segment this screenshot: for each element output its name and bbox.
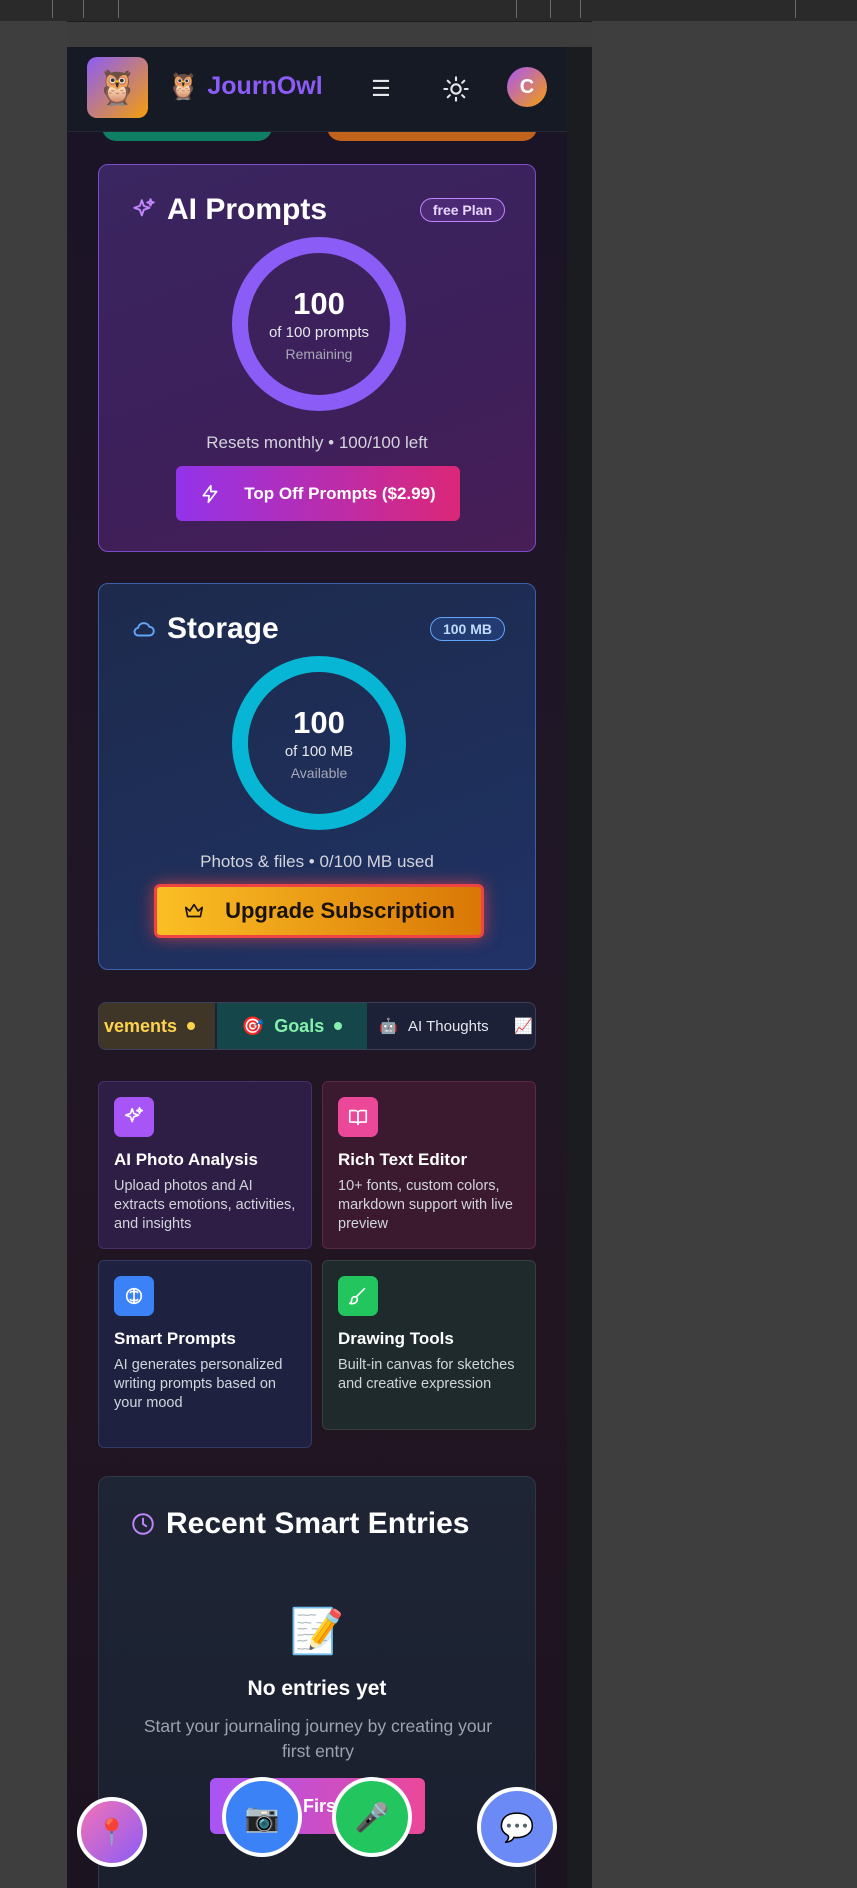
browser-toolbar bbox=[0, 0, 857, 22]
storage-card: Storage 100 MB 100 of 100 MB Available P… bbox=[98, 583, 536, 970]
robot-icon: 🤖 bbox=[379, 1018, 399, 1035]
sun-icon bbox=[443, 76, 469, 102]
empty-state-text: Start your journaling journey by creatin… bbox=[143, 1716, 493, 1761]
brain-icon bbox=[114, 1276, 154, 1316]
storage-note: Photos & files • 0/100 MB used bbox=[200, 852, 434, 871]
chat-bubble-icon: 💬 bbox=[499, 1811, 535, 1843]
top-off-prompts-button[interactable]: Top Off Prompts ($2.99) bbox=[176, 466, 460, 521]
app-header: 🦉 🦉 JournOwl ☰ C bbox=[67, 47, 567, 132]
viewport-scrollbar[interactable] bbox=[567, 47, 592, 1888]
ai-prompts-heading: AI Prompts bbox=[131, 193, 327, 227]
camera-icon: 📷 bbox=[244, 1801, 280, 1833]
prompts-value: 100 bbox=[293, 286, 345, 321]
cloud-icon bbox=[133, 622, 155, 637]
tab-achievements[interactable]: vements bbox=[99, 1003, 215, 1049]
tab-label: Goals bbox=[274, 1015, 325, 1036]
card-title: Storage bbox=[167, 612, 279, 645]
user-avatar[interactable]: C bbox=[507, 67, 547, 107]
voice-fab[interactable]: 🎤 bbox=[332, 1777, 412, 1857]
menu-button[interactable]: ☰ bbox=[367, 75, 395, 103]
devtools-right-panel bbox=[592, 21, 857, 1888]
feature-description: Built-in canvas for sketches and creativ… bbox=[338, 1357, 515, 1392]
lightning-icon bbox=[202, 484, 218, 503]
brand[interactable]: 🦉 JournOwl bbox=[167, 71, 323, 102]
camera-fab[interactable]: 📷 bbox=[222, 1777, 302, 1857]
tab-ai-thoughts[interactable]: 🤖 AI Thoughts bbox=[369, 1003, 499, 1049]
empty-state-title: No entries yet bbox=[247, 1677, 387, 1700]
hamburger-icon: ☰ bbox=[371, 76, 391, 101]
top-off-label: Top Off Prompts ($2.99) bbox=[244, 483, 436, 503]
tab-analytics[interactable]: 📈 bbox=[514, 1003, 535, 1049]
feature-title: Smart Prompts bbox=[114, 1329, 236, 1348]
storage-total: of 100 MB bbox=[284, 743, 354, 760]
sparkles-icon bbox=[133, 198, 155, 217]
clock-icon bbox=[132, 1513, 154, 1535]
brand-name: JournOwl bbox=[207, 72, 323, 100]
feature-tabs: vements 🎯 Goals 🤖 AI Thoughts 📈 bbox=[98, 1002, 536, 1050]
brush-icon bbox=[338, 1276, 378, 1316]
microphone-icon: 🎤 bbox=[354, 1801, 390, 1833]
card-title: AI Prompts bbox=[167, 193, 328, 226]
ai-prompts-card: AI Prompts free Plan 100 of 100 prompts … bbox=[98, 164, 536, 552]
storage-ring: 100 of 100 MB Available bbox=[232, 656, 406, 830]
devtools-left-gutter bbox=[0, 21, 67, 1888]
location-fab[interactable]: 📍 bbox=[77, 1797, 147, 1867]
indicator-dot bbox=[187, 1022, 195, 1030]
pin-icon: 📍 bbox=[95, 1816, 129, 1847]
prompts-label: Remaining bbox=[285, 346, 353, 362]
feature-title: AI Photo Analysis bbox=[114, 1150, 258, 1169]
app-logo[interactable]: 🦉 bbox=[87, 57, 148, 118]
storage-badge: 100 MB bbox=[429, 617, 505, 641]
feature-title: Drawing Tools bbox=[338, 1329, 454, 1348]
prompts-note: Resets monthly • 100/100 left bbox=[206, 433, 428, 452]
feature-title: Rich Text Editor bbox=[338, 1150, 468, 1169]
upgrade-subscription-button[interactable]: Upgrade Subscription bbox=[154, 884, 484, 938]
storage-value: 100 bbox=[293, 705, 345, 740]
feature-description: AI generates personalized writing prompt… bbox=[114, 1357, 283, 1411]
target-icon: 🎯 bbox=[241, 1015, 265, 1036]
tab-label: AI Thoughts bbox=[408, 1017, 489, 1035]
feature-card-smart-prompts[interactable]: Smart Prompts AI generates personalized … bbox=[98, 1260, 312, 1448]
upgrade-label: Upgrade Subscription bbox=[225, 898, 455, 923]
prompts-ring: 100 of 100 prompts Remaining bbox=[232, 237, 406, 411]
sparkles-icon bbox=[114, 1097, 154, 1137]
feature-card-ai-photo-analysis[interactable]: AI Photo Analysis Upload photos and AI e… bbox=[98, 1081, 312, 1249]
feature-card-rich-text-editor[interactable]: Rich Text Editor 10+ fonts, custom color… bbox=[322, 1081, 536, 1249]
recent-entries-heading: Recent Smart Entries bbox=[130, 1507, 469, 1541]
tab-goals[interactable]: 🎯 Goals bbox=[217, 1003, 367, 1049]
feature-card-drawing-tools[interactable]: Drawing Tools Built-in canvas for sketch… bbox=[322, 1260, 536, 1430]
book-open-icon bbox=[338, 1097, 378, 1137]
crown-icon bbox=[185, 903, 204, 918]
mobile-viewport: 🦉 🦉 JournOwl ☰ C AI Prompts free Plan 10… bbox=[67, 47, 592, 1888]
plan-badge: free Plan bbox=[419, 198, 505, 222]
tab-label: vements bbox=[103, 1015, 177, 1036]
recent-entries-card: Recent Smart Entries 📝 No entries yet St… bbox=[98, 1476, 536, 1888]
feature-description: 10+ fonts, custom colors, markdown suppo… bbox=[338, 1178, 513, 1232]
card-title: Recent Smart Entries bbox=[166, 1507, 470, 1540]
owl-icon: 🦉 bbox=[167, 71, 200, 101]
chat-fab[interactable]: 💬 bbox=[477, 1787, 557, 1867]
prompts-total: of 100 prompts bbox=[268, 324, 370, 341]
indicator-dot bbox=[334, 1022, 343, 1030]
feature-description: Upload photos and AI extracts emotions, … bbox=[114, 1178, 296, 1232]
theme-toggle-button[interactable] bbox=[442, 75, 470, 103]
chart-icon: 📈 bbox=[514, 1018, 533, 1035]
memo-icon: 📝 bbox=[289, 1607, 345, 1656]
owl-logo-icon: 🦉 bbox=[96, 68, 139, 107]
storage-label: Available bbox=[290, 765, 348, 781]
storage-heading: Storage bbox=[131, 612, 279, 646]
